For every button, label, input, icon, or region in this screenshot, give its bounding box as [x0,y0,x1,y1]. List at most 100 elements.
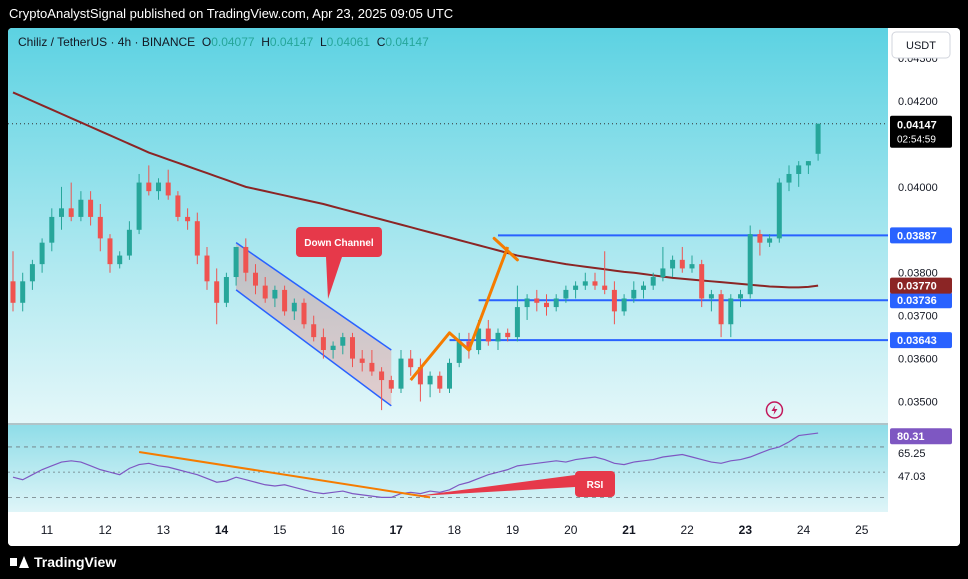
down-channel-callout-label: Down Channel [304,238,374,249]
candle-body [563,289,569,299]
candle-body [136,182,142,230]
candle-body [660,268,666,278]
candle-body [641,285,646,290]
candle-body [670,259,676,269]
tradingview-logo-icon [10,556,29,568]
candle-body [97,216,103,239]
candle-body [398,358,404,389]
x-tick-label: 22 [680,523,694,537]
candle-body [10,281,16,303]
candle-body [786,173,792,183]
candle-body [679,259,685,269]
candle-body [582,281,588,286]
candle-body [49,216,55,243]
footer: TradingView [10,551,116,573]
level-price-tag: 0.03643 [897,335,937,347]
candle-body [272,289,278,299]
x-tick-label: 24 [797,523,811,537]
candle-body [78,199,84,217]
candle-body [253,272,258,286]
candle-body [796,165,802,174]
currency-button-label: USDT [906,40,936,52]
candle [282,285,288,316]
symbol-legend: Chiliz / TetherUS · 4h · BINANCE O0.0407… [18,35,429,49]
candle-body [621,298,627,312]
candle [747,225,753,299]
x-tick-label: 18 [448,523,462,537]
candle-body [330,345,336,351]
candle [136,173,142,235]
candle-body [165,182,171,196]
candle-body [233,246,239,278]
candle-body [553,298,559,308]
candle-body [359,358,365,363]
candle-body [156,182,161,192]
x-tick-label: 11 [41,523,54,537]
rsi-tick-label: 47.03 [898,471,926,483]
candle-body [291,302,297,312]
candle-body [311,324,317,338]
candle-body [117,255,123,265]
candle-body [301,302,307,325]
ohlc-h-value: 0.04147 [270,35,320,49]
publisher-text: CryptoAnalystSignal published on Trading… [9,6,454,21]
candle-body [805,161,811,166]
candle-body [524,298,530,308]
candle-body [447,362,452,389]
rsi-tick-label: 65.25 [898,448,926,460]
candle-body [485,328,491,342]
candle-body [29,264,35,282]
x-tick-label: 13 [157,523,171,537]
candle-body [757,234,763,243]
x-tick-label: 12 [98,523,112,537]
candle-body [262,285,268,299]
candle-body [20,281,26,303]
chart-svg[interactable]: Down Channel RSI 0.043000.042000.040000.… [8,28,960,546]
y-tick-label: 0.03600 [898,354,938,366]
candle [776,178,782,243]
x-axis-background [8,512,960,546]
ohlc-c-label: C [377,35,386,49]
candle-body [68,208,74,217]
candle-body [320,337,326,351]
rsi-pane-background [8,425,888,512]
x-tick-label: 23 [739,523,753,537]
candle-body [194,221,200,256]
candle-body [388,380,394,389]
x-tick-label: 21 [622,523,636,537]
candle-body [427,375,433,385]
candle-body [767,238,773,243]
candle-body [718,294,724,325]
y-tick-label: 0.04200 [898,96,938,108]
candle-body [815,123,821,154]
footer-brand: TradingView [34,554,117,570]
candle-body [505,332,511,338]
candle-body [39,242,45,265]
candle-body [88,199,94,217]
level-price-tag: 0.03736 [897,295,937,307]
candle-body [747,234,753,295]
candle-body [107,238,113,265]
ohlc-o-label: O [202,35,211,49]
symbol-name: Chiliz / TetherUS · 4h · BINANCE [18,35,202,49]
candle-body [738,294,743,299]
ma-price-tag: 0.03770 [897,281,937,293]
candle-body [350,337,355,359]
chart-frame[interactable]: Down Channel RSI 0.04300 0.04200 0.04000 0.… [8,28,960,546]
last-price-tag: 0.04147 [897,120,937,132]
rsi-value-tag: 80.31 [897,431,925,443]
publisher-header: CryptoAnalystSignal published on Trading… [0,0,968,28]
candle-body [514,307,520,338]
ohlc-o-value: 0.04077 [211,35,261,49]
ohlc-c-value: 0.04147 [385,35,429,49]
candle-body [223,277,229,303]
candle-body [699,264,705,299]
candle-body [611,289,617,312]
candle [301,298,307,329]
currency-button[interactable]: USDT [891,31,951,59]
candle-body [243,246,249,273]
candle-body [340,337,346,346]
candle-body [728,298,734,325]
y-tick-label: 0.04000 [898,182,938,194]
candle-body [573,285,579,290]
